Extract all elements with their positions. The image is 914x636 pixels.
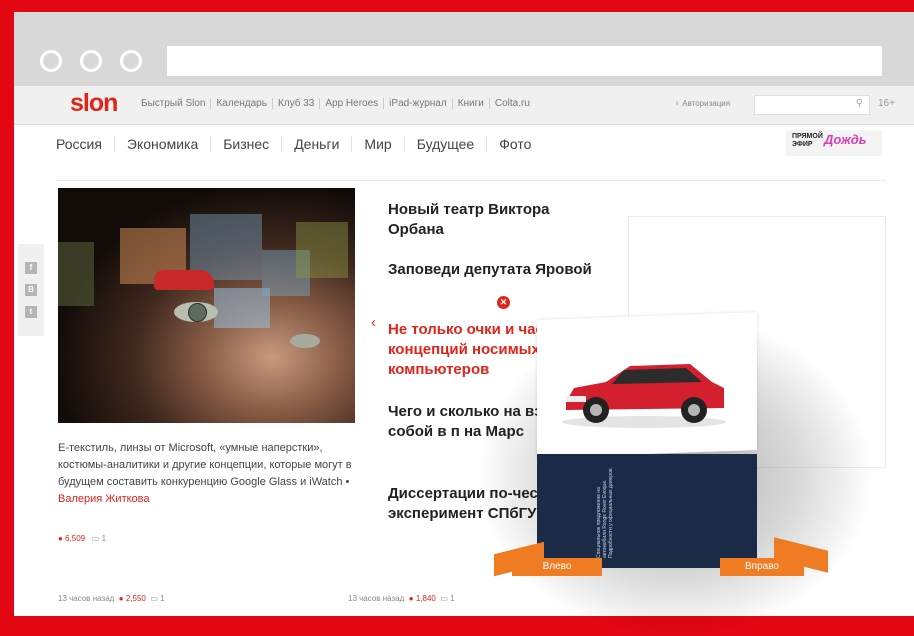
car-rim — [688, 404, 700, 416]
share-bar: f B t — [18, 244, 44, 336]
top-link[interactable]: iPad-журнал — [383, 98, 452, 109]
top-link[interactable]: Colta.ru — [488, 98, 535, 109]
eye-iris — [188, 303, 207, 322]
twitter-icon[interactable]: t — [25, 306, 37, 318]
nav-item-future[interactable]: Будущее — [403, 136, 487, 152]
vk-icon[interactable]: B — [25, 284, 37, 296]
headline-link[interactable]: Заповеди депутата Яровой — [388, 260, 608, 280]
chevron-left-icon[interactable]: ‹ — [371, 314, 376, 331]
article-time: 13 часов назад — [58, 594, 115, 603]
floating-screen — [58, 242, 94, 306]
article-stats: 13 часов назад ● 1,840 ▭ 1 — [348, 594, 455, 603]
headline-link[interactable]: Новый театр Виктора Орбана — [388, 200, 608, 240]
views-icon: ● — [58, 534, 63, 543]
address-bar[interactable] — [167, 46, 882, 76]
top-links: Быстрый Slon Календарь Клуб 33 App Heroes iP… — [136, 98, 535, 109]
lead-caption: E-текстиль, линзы от Microsoft, «умные н… — [58, 440, 358, 508]
article-stats: 13 часов назад ● 2,550 ▭ 1 — [58, 594, 165, 603]
lead-article-image[interactable] — [58, 188, 355, 423]
auth-link[interactable]: ♀ Авторизация — [674, 99, 730, 108]
top-link[interactable]: Календарь — [210, 98, 272, 109]
comments-count[interactable]: 1 — [450, 594, 454, 603]
eye-white-right — [290, 334, 320, 348]
window-maximize-dot[interactable] — [120, 50, 142, 72]
floating-screen — [296, 222, 348, 278]
comments-count[interactable]: 1 — [102, 534, 106, 543]
nav-item-russia[interactable]: Россия — [56, 136, 114, 152]
nav-item-money[interactable]: Деньги — [281, 136, 352, 152]
nav-item-photo[interactable]: Фото — [486, 136, 544, 152]
search-input[interactable]: ⚲ — [754, 95, 870, 115]
ad-cube-text: Специальное предложение на автомобили Ra… — [596, 467, 614, 558]
car-hologram — [154, 270, 214, 290]
site-topbar: slon Быстрый Slon Календарь Клуб 33 App Her… — [14, 86, 914, 125]
live-broadcast-badge[interactable]: ПРЯМОЙ ЭФИР Дождь — [786, 130, 882, 156]
site-logo[interactable]: slon — [70, 89, 118, 118]
dozhd-logo: Дождь — [824, 132, 867, 147]
live-line2: ЭФИР — [792, 141, 813, 148]
lead-stats: ● 6,509 ▭ 1 — [58, 534, 106, 543]
article-time: 13 часов назад — [348, 594, 405, 603]
ad-right-button[interactable]: Вправо — [720, 558, 804, 576]
age-badge: 16+ — [878, 98, 895, 109]
car-rim — [590, 404, 602, 416]
nav-item-world[interactable]: Мир — [351, 136, 404, 152]
views-icon: ● — [408, 594, 414, 603]
user-icon: ♀ — [674, 99, 680, 108]
browser-chrome — [14, 12, 914, 86]
comments-icon: ▭ — [150, 594, 158, 603]
auth-label: Авторизация — [682, 99, 731, 108]
top-link[interactable]: Клуб 33 — [271, 98, 320, 109]
bullet: • — [345, 476, 350, 488]
window-close-dot[interactable] — [40, 50, 62, 72]
car-headlight — [566, 396, 586, 402]
views-icon: ● — [118, 594, 124, 603]
car-image[interactable] — [552, 352, 732, 432]
views-count: 1,840 — [415, 594, 436, 603]
comments-count[interactable]: 1 — [160, 594, 164, 603]
nav-divider — [56, 180, 886, 181]
views-count: 6,509 — [65, 534, 86, 543]
views-count: 2,550 — [125, 594, 146, 603]
facebook-icon[interactable]: f — [25, 262, 37, 274]
top-link[interactable]: Быстрый Slon — [136, 98, 210, 109]
top-link[interactable]: App Heroes — [319, 98, 384, 109]
lead-author-link[interactable]: Валерия Житкова — [58, 493, 150, 505]
main-nav: Россия Экономика Бизнес Деньги Мир Будущее Фот… — [56, 136, 544, 152]
search-icon[interactable]: ⚲ — [856, 98, 863, 109]
live-line1: ПРЯМОЙ — [792, 133, 823, 140]
close-icon[interactable]: ✕ — [497, 296, 510, 309]
live-label: ПРЯМОЙ ЭФИР — [792, 133, 823, 149]
window-minimize-dot[interactable] — [80, 50, 102, 72]
nav-item-economy[interactable]: Экономика — [113, 136, 211, 152]
car-windows — [612, 368, 702, 384]
lead-caption-text: E-текстиль, линзы от Microsoft, «умные н… — [58, 442, 352, 488]
top-link[interactable]: Книги — [451, 98, 489, 109]
comments-icon: ▭ — [440, 594, 448, 603]
nav-item-business[interactable]: Бизнес — [210, 136, 282, 152]
comments-icon: ▭ — [91, 534, 100, 543]
ad-left-button[interactable]: Влево — [512, 558, 602, 576]
